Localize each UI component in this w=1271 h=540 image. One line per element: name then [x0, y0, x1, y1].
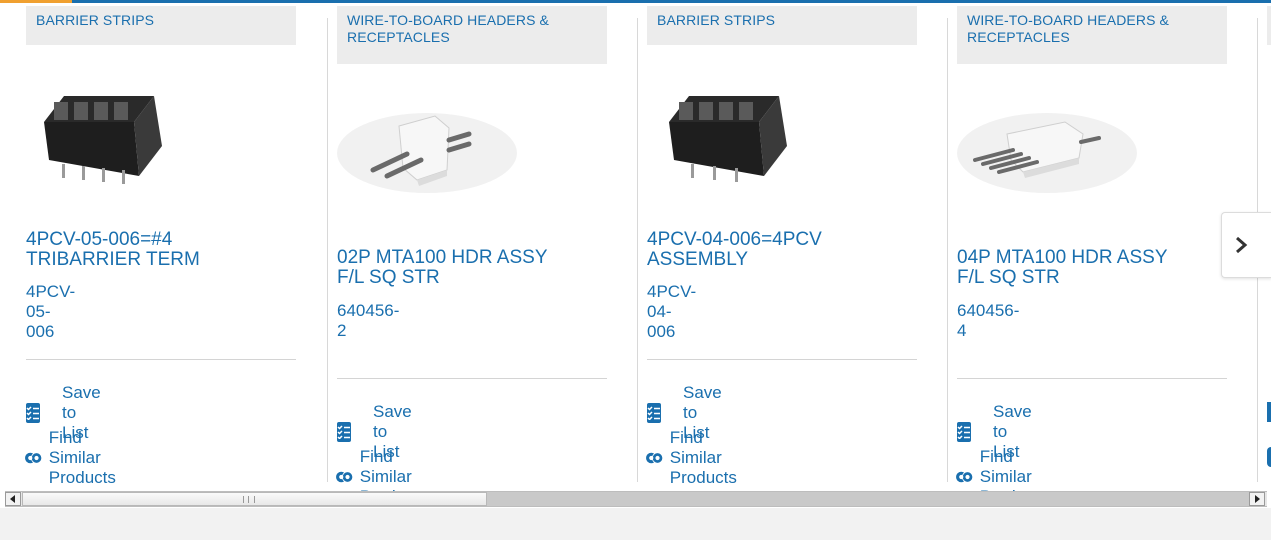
checklist-icon	[647, 403, 661, 423]
divider	[337, 378, 607, 379]
category-peek	[1267, 6, 1271, 45]
gears-icon	[956, 471, 974, 483]
divider	[647, 359, 917, 360]
card-separator	[637, 18, 638, 482]
barrier-strip-image[interactable]	[647, 82, 917, 192]
product-title[interactable]: 4PCV-04-006=4PCV ASSEMBLY	[647, 230, 887, 270]
card-separator	[327, 18, 328, 482]
scrollbar-thumb[interactable]	[22, 492, 487, 506]
category-label[interactable]: BARRIER STRIPS	[26, 6, 296, 45]
card-separator	[947, 18, 948, 482]
checklist-icon	[337, 422, 351, 442]
triangle-right-icon	[1255, 495, 1260, 503]
carousel-next-button[interactable]	[1221, 212, 1271, 278]
product-title[interactable]: 02P MTA100 HDR ASSY F/L SQ STR	[337, 248, 577, 288]
product-title[interactable]: 4PCV-05-006=#4 TRIBARRIER TERM	[26, 230, 266, 270]
bottom-bar	[0, 508, 1271, 540]
scroll-left-button[interactable]	[5, 492, 21, 506]
part-number[interactable]: 640456-2	[337, 301, 399, 341]
gears-icon	[25, 452, 43, 464]
gears-icon	[1267, 447, 1271, 467]
grip-icon	[243, 496, 255, 503]
scrollbar-track[interactable]	[487, 492, 1249, 506]
find-similar-button[interactable]: Find Similar Products	[25, 428, 133, 488]
product-title[interactable]: 04P MTA100 HDR ASSY F/L SQ STR	[957, 248, 1197, 288]
triangle-left-icon	[10, 495, 15, 503]
barrier-strip-image[interactable]	[26, 82, 296, 192]
top-accent	[0, 0, 72, 3]
gears-icon	[336, 471, 354, 483]
top-border	[0, 0, 1271, 3]
category-label[interactable]: WIRE-TO-BOARD HEADERS & RECEPTACLES	[957, 6, 1227, 64]
checklist-icon	[1267, 402, 1271, 422]
checklist-icon	[26, 403, 40, 423]
part-number[interactable]: 4PCV-05-006	[26, 282, 75, 342]
gears-icon	[646, 452, 664, 464]
divider	[26, 359, 296, 360]
find-similar-label: Find Similar Products	[669, 428, 737, 487]
scroll-right-button[interactable]	[1249, 492, 1265, 506]
find-similar-button[interactable]: Find Similar Products	[646, 428, 754, 488]
checklist-icon	[957, 422, 971, 442]
horizontal-scrollbar[interactable]	[5, 491, 1267, 507]
header-connector-image[interactable]	[337, 98, 607, 208]
header-connector-image[interactable]	[957, 98, 1227, 208]
part-number[interactable]: 4PCV-04-006	[647, 282, 696, 342]
part-number[interactable]: 640456-4	[957, 301, 1019, 341]
divider	[957, 378, 1227, 379]
category-label[interactable]: BARRIER STRIPS	[647, 6, 917, 45]
chevron-right-icon	[1236, 236, 1248, 254]
find-similar-label: Find Similar Products	[48, 428, 116, 487]
category-label[interactable]: WIRE-TO-BOARD HEADERS & RECEPTACLES	[337, 6, 607, 64]
